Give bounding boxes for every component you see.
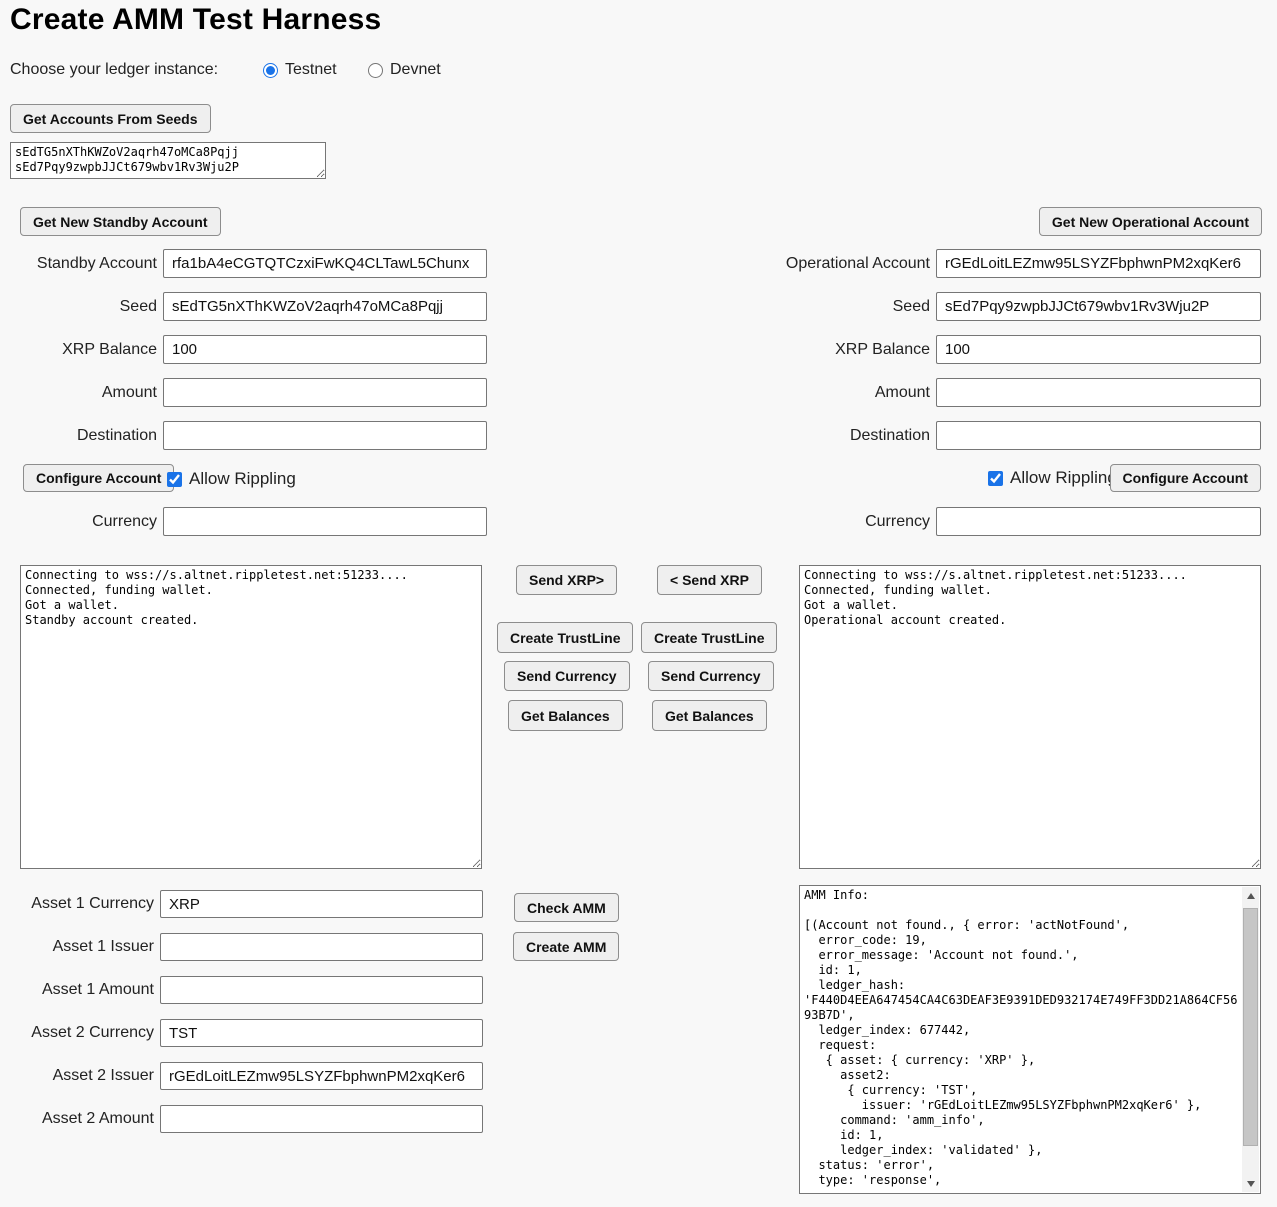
standby-balance-input[interactable] xyxy=(163,335,487,364)
standby-configure-account-button[interactable]: Configure Account xyxy=(23,464,174,492)
operational-allow-rippling-checkbox[interactable] xyxy=(988,471,1003,486)
operational-amount-input[interactable] xyxy=(936,378,1261,407)
operational-balance-row: XRP Balance xyxy=(640,335,1262,364)
standby-create-trustline-button[interactable]: Create TrustLine xyxy=(497,622,633,653)
standby-get-balances-button[interactable]: Get Balances xyxy=(508,700,623,731)
asset2-currency-label: Asset 2 Currency xyxy=(0,1024,160,1042)
standby-log-textarea[interactable]: Connecting to wss://s.altnet.rippletest.… xyxy=(20,565,482,869)
operational-allow-rippling-label: Allow Rippling xyxy=(1010,468,1117,488)
asset1-currency-label: Asset 1 Currency xyxy=(0,895,160,913)
operational-seed-input[interactable] xyxy=(936,292,1261,321)
standby-seed-row: Seed xyxy=(0,292,488,321)
standby-currency-row: Currency xyxy=(0,507,488,536)
standby-destination-label: Destination xyxy=(0,427,163,445)
asset1-currency-row: Asset 1 Currency xyxy=(0,890,486,918)
operational-currency-label: Currency xyxy=(640,513,936,531)
operational-destination-label: Destination xyxy=(640,427,936,445)
standby-send-currency-button[interactable]: Send Currency xyxy=(504,661,630,691)
amm-info-text: AMM Info: [(Account not found., { error:… xyxy=(804,888,1240,1191)
standby-seed-input[interactable] xyxy=(163,292,487,321)
asset1-amount-row: Asset 1 Amount xyxy=(0,976,486,1004)
page-title: Create AMM Test Harness xyxy=(10,3,381,37)
standby-balance-label: XRP Balance xyxy=(0,341,163,359)
standby-currency-input[interactable] xyxy=(163,507,487,536)
get-new-operational-account-button[interactable]: Get New Operational Account xyxy=(1039,207,1262,236)
standby-amount-input[interactable] xyxy=(163,378,487,407)
standby-amount-label: Amount xyxy=(0,384,163,402)
operational-amount-label: Amount xyxy=(640,384,936,402)
amm-info-panel[interactable]: AMM Info: [(Account not found., { error:… xyxy=(799,885,1261,1194)
asset2-issuer-input[interactable] xyxy=(160,1062,483,1090)
standby-allow-rippling-label: Allow Rippling xyxy=(189,469,296,489)
standby-amount-row: Amount xyxy=(0,378,488,407)
asset2-currency-input[interactable] xyxy=(160,1019,483,1047)
standby-destination-row: Destination xyxy=(0,421,488,450)
standby-account-row: Standby Account xyxy=(0,249,488,278)
asset1-issuer-row: Asset 1 Issuer xyxy=(0,933,486,961)
ledger-option-testnet[interactable]: Testnet xyxy=(263,61,337,79)
amm-info-scrollbar[interactable] xyxy=(1242,887,1259,1192)
amm-test-harness-page: Create AMM Test Harness Choose your ledg… xyxy=(0,0,1277,1207)
get-accounts-from-seeds-button[interactable]: Get Accounts From Seeds xyxy=(10,104,211,133)
operational-currency-input[interactable] xyxy=(936,507,1261,536)
operational-send-currency-button[interactable]: Send Currency xyxy=(648,661,774,691)
operational-account-row: Operational Account xyxy=(640,249,1262,278)
operational-amount-row: Amount xyxy=(640,378,1262,407)
standby-destination-input[interactable] xyxy=(163,421,487,450)
operational-seed-row: Seed xyxy=(640,292,1262,321)
create-amm-button[interactable]: Create AMM xyxy=(513,932,619,961)
standby-send-xrp-button[interactable]: Send XRP> xyxy=(516,565,617,595)
asset1-amount-label: Asset 1 Amount xyxy=(0,981,160,999)
asset2-amount-label: Asset 2 Amount xyxy=(0,1110,160,1128)
scroll-down-icon xyxy=(1247,1181,1255,1187)
operational-account-label: Operational Account xyxy=(640,255,936,273)
operational-create-trustline-button[interactable]: Create TrustLine xyxy=(641,622,777,653)
standby-currency-label: Currency xyxy=(0,513,163,531)
testnet-radio[interactable] xyxy=(263,63,278,78)
seeds-textarea[interactable]: sEdTG5nXThKWZoV2aqrh47oMCa8Pqjj sEd7Pqy9… xyxy=(10,142,326,179)
testnet-radio-label: Testnet xyxy=(285,61,337,79)
asset1-amount-input[interactable] xyxy=(160,976,483,1004)
check-amm-button[interactable]: Check AMM xyxy=(514,893,619,922)
asset1-issuer-label: Asset 1 Issuer xyxy=(0,938,160,956)
asset2-issuer-label: Asset 2 Issuer xyxy=(0,1067,160,1085)
operational-allow-rippling[interactable]: Allow Rippling xyxy=(988,468,1117,488)
get-new-standby-account-button[interactable]: Get New Standby Account xyxy=(20,207,221,236)
operational-balance-input[interactable] xyxy=(936,335,1261,364)
asset2-amount-input[interactable] xyxy=(160,1105,483,1133)
asset2-issuer-row: Asset 2 Issuer xyxy=(0,1062,486,1090)
operational-log-textarea[interactable]: Connecting to wss://s.altnet.rippletest.… xyxy=(799,565,1261,869)
operational-seed-label: Seed xyxy=(640,298,936,316)
scroll-down-button[interactable] xyxy=(1242,1175,1259,1192)
operational-send-xrp-button[interactable]: < Send XRP xyxy=(657,565,762,595)
devnet-radio-label: Devnet xyxy=(390,61,441,79)
standby-allow-rippling[interactable]: Allow Rippling xyxy=(167,469,296,489)
scrollbar-thumb[interactable] xyxy=(1243,908,1258,1146)
operational-configure-account-button[interactable]: Configure Account xyxy=(1110,464,1261,492)
standby-account-label: Standby Account xyxy=(0,255,163,273)
asset1-issuer-input[interactable] xyxy=(160,933,483,961)
standby-balance-row: XRP Balance xyxy=(0,335,488,364)
operational-balance-label: XRP Balance xyxy=(640,341,936,359)
asset2-amount-row: Asset 2 Amount xyxy=(0,1105,486,1133)
standby-account-input[interactable] xyxy=(163,249,487,278)
standby-allow-rippling-checkbox[interactable] xyxy=(167,472,182,487)
asset2-currency-row: Asset 2 Currency xyxy=(0,1019,486,1047)
asset1-currency-input[interactable] xyxy=(160,890,483,918)
scroll-up-button[interactable] xyxy=(1242,887,1259,904)
scroll-up-icon xyxy=(1247,893,1255,899)
ledger-option-devnet[interactable]: Devnet xyxy=(368,61,441,79)
operational-destination-row: Destination xyxy=(640,421,1262,450)
operational-destination-input[interactable] xyxy=(936,421,1261,450)
operational-currency-row: Currency xyxy=(640,507,1262,536)
standby-seed-label: Seed xyxy=(0,298,163,316)
ledger-instance-label: Choose your ledger instance: xyxy=(10,61,218,79)
operational-get-balances-button[interactable]: Get Balances xyxy=(652,700,767,731)
devnet-radio[interactable] xyxy=(368,63,383,78)
operational-account-input[interactable] xyxy=(936,249,1261,278)
